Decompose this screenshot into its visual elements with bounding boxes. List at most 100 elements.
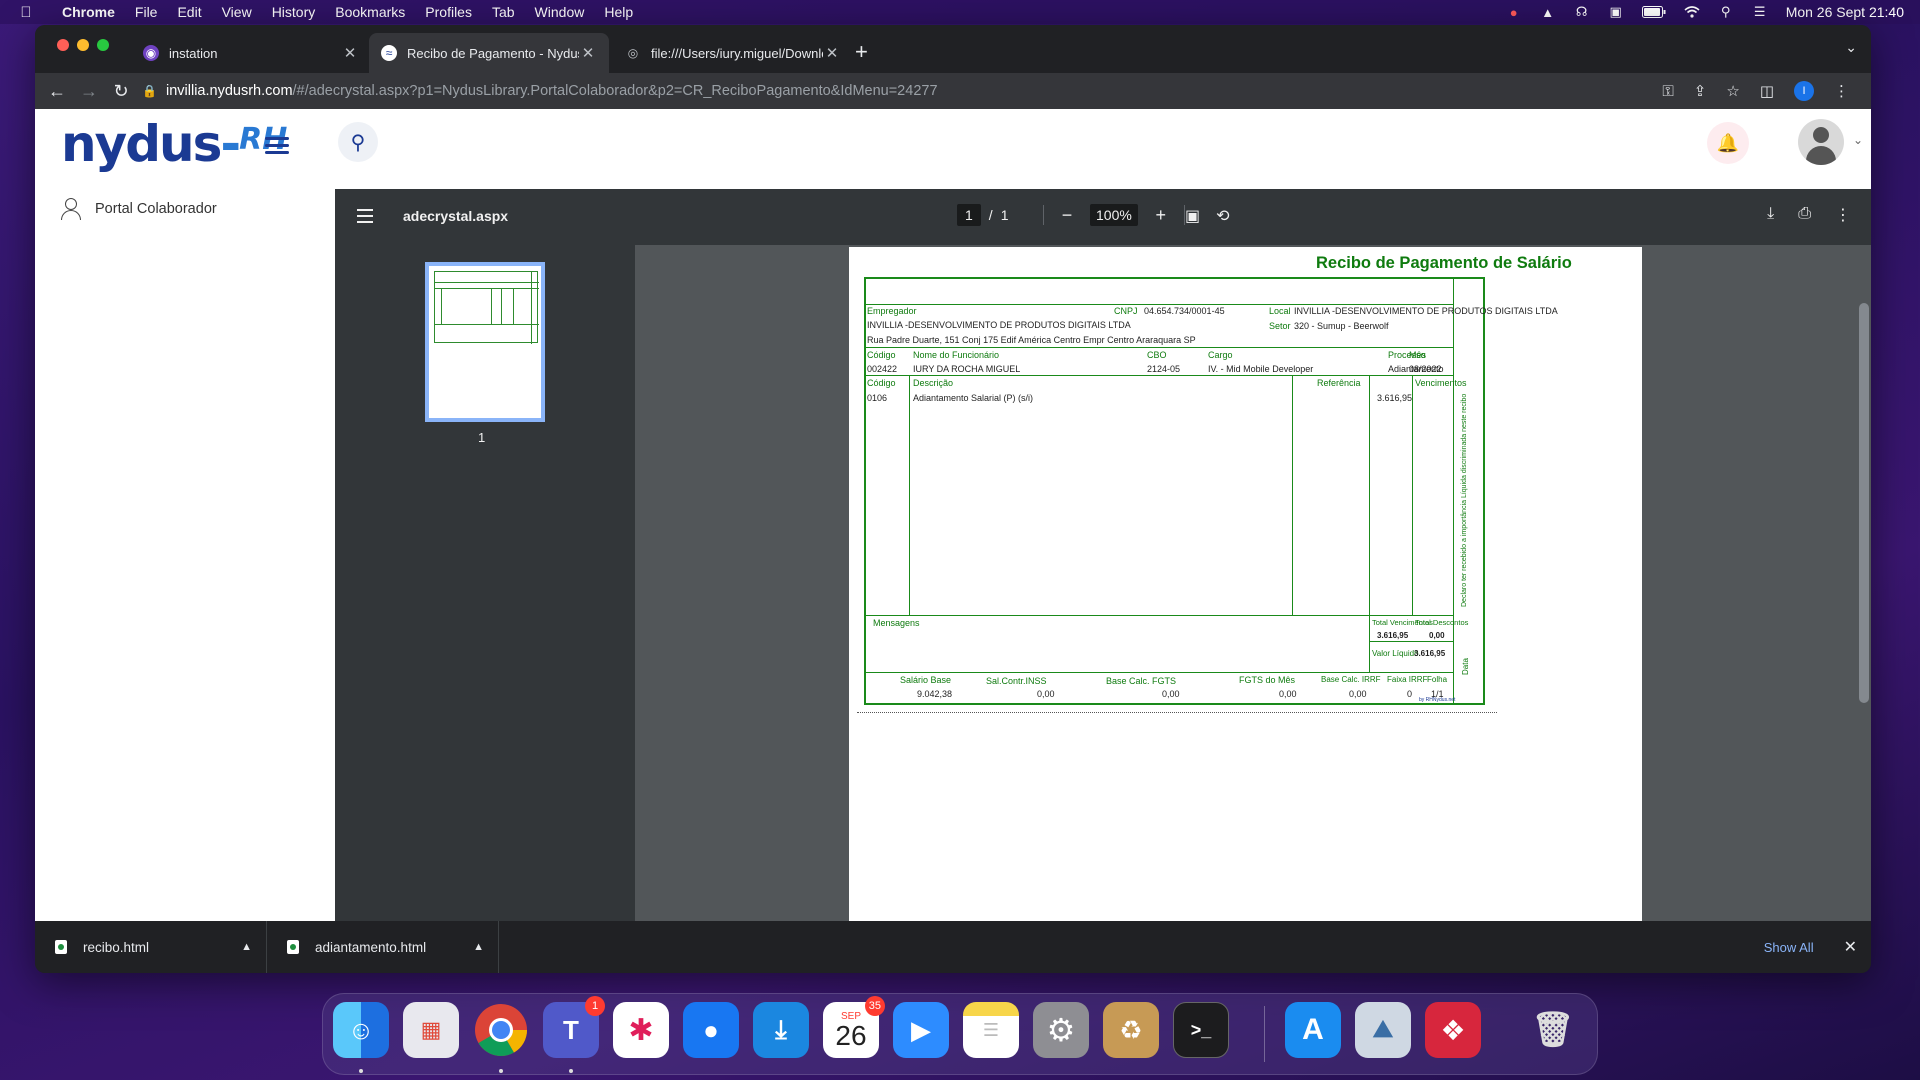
sidebar-item-portal-colaborador[interactable]: Portal Colaborador <box>61 197 217 221</box>
show-all-downloads-button[interactable]: Show All <box>1764 940 1814 955</box>
pdf-thumbnails: 1 <box>335 245 635 921</box>
download-icon[interactable]: ⤓ <box>1767 205 1774 225</box>
xcode-icon[interactable]: ⤓ <box>753 1002 809 1058</box>
menu-toggle-icon[interactable] <box>265 137 289 155</box>
menu-file[interactable]: File <box>125 4 168 20</box>
headphones-icon[interactable]: ☊ <box>1574 4 1590 19</box>
zoom-in-icon[interactable]: + <box>1152 205 1170 226</box>
cnpj-value: 04.654.734/0001-45 <box>1144 306 1225 316</box>
scrollbar[interactable] <box>1859 303 1869 703</box>
preview-icon[interactable]: ⛰ <box>1355 1002 1411 1058</box>
cut-line <box>857 712 1497 713</box>
maximize-window-button[interactable] <box>97 39 109 51</box>
system-settings-icon[interactable]: ⚙ <box>1033 1002 1089 1058</box>
header-codigo-item: Código <box>867 378 896 388</box>
fgts-value: 0,00 <box>1162 689 1180 699</box>
menu-edit[interactable]: Edit <box>167 4 211 20</box>
download-item-adiantamento[interactable]: adiantamento.html ▲ <box>267 921 499 973</box>
share-icon[interactable]: ⇪ <box>1694 82 1707 100</box>
archive-utility-icon[interactable]: ♻ <box>1103 1002 1159 1058</box>
new-tab-button[interactable]: + <box>855 39 868 65</box>
screen-icon[interactable]: ▣ <box>1608 4 1624 19</box>
bookmark-star-icon[interactable]: ☆ <box>1726 82 1739 100</box>
forward-button[interactable]: → <box>73 81 105 102</box>
codigo-value: 002422 <box>867 364 898 374</box>
tab-instation[interactable]: ◉ instation ✕ <box>131 33 371 73</box>
chevron-up-icon[interactable]: ▲ <box>473 941 484 953</box>
zoom-out-icon[interactable]: − <box>1058 205 1076 226</box>
vpn-icon[interactable]: ▲ <box>1540 5 1556 20</box>
more-options-icon[interactable]: ⋮ <box>1835 205 1851 225</box>
antivirus-icon[interactable]: ❖ <box>1425 1002 1481 1058</box>
header-cargo: Cargo <box>1208 350 1233 360</box>
download-item-recibo[interactable]: recibo.html ▲ <box>35 921 267 973</box>
nydus-rh-logo[interactable]: nydus-RH <box>61 115 287 173</box>
key-icon[interactable]: ⚿ <box>1662 83 1673 100</box>
notifications-button[interactable]: 🔔 <box>1707 122 1749 164</box>
menu-profiles[interactable]: Profiles <box>415 4 482 20</box>
print-icon[interactable]: ⎙ <box>1798 205 1811 225</box>
receipt-title: Recibo de Pagamento de Salário <box>1316 254 1572 272</box>
tab-file[interactable]: ◎ file:///Users/iury.miguel/Downlo ✕ <box>613 33 853 73</box>
menu-tab[interactable]: Tab <box>482 4 525 20</box>
tab-search-chevron-icon[interactable]: ⌄ <box>1845 39 1857 56</box>
profile-avatar[interactable]: I <box>1794 81 1814 101</box>
terminal-icon[interactable]: >_ <box>1173 1002 1229 1058</box>
menu-view[interactable]: View <box>212 4 262 20</box>
control-center-icon[interactable]: ☰ <box>1752 4 1768 19</box>
back-button[interactable]: ← <box>41 81 73 102</box>
battery-icon[interactable] <box>1641 5 1666 19</box>
url-host: invillia.nydusrh.com <box>166 83 293 99</box>
side-panel-icon[interactable]: ◫ <box>1760 82 1774 100</box>
wifi-icon[interactable] <box>1684 5 1700 19</box>
notes-icon[interactable]: ☰ <box>963 1002 1019 1058</box>
chrome-menu-icon[interactable]: ⋮ <box>1834 82 1849 100</box>
cargo-value: IV. - Mid Mobile Developer <box>1208 364 1314 374</box>
menu-history[interactable]: History <box>262 4 326 20</box>
user-avatar[interactable] <box>1798 119 1844 165</box>
valor-liquido-label: Valor Líquido <box>1372 649 1419 658</box>
menu-help[interactable]: Help <box>594 4 643 20</box>
tab-recibo[interactable]: ≈ Recibo de Pagamento - NydusR ✕ <box>369 33 609 73</box>
minimize-window-button[interactable] <box>77 39 89 51</box>
search-button[interactable]: ⚲ <box>338 122 378 162</box>
pdf-sidebar-toggle-icon[interactable] <box>357 209 373 227</box>
rotate-icon[interactable]: ⟲ <box>1216 206 1229 226</box>
maps-pin-icon[interactable]: ● <box>683 1002 739 1058</box>
lock-icon[interactable]: 🔒 <box>142 84 166 98</box>
globe-icon: ◎ <box>627 46 639 60</box>
page-thumbnail[interactable] <box>425 262 545 422</box>
zoom-level-input[interactable]: 100% <box>1090 204 1138 226</box>
status-app-icon[interactable]: ● <box>1506 5 1522 20</box>
downloads-bar: recibo.html ▲ adiantamento.html ▲ Show A… <box>35 921 1871 973</box>
spotlight-search-icon[interactable]: ⚲ <box>1718 4 1734 19</box>
address-bar[interactable]: 🔒 invillia.nydusrh.com/#/adecrystal.aspx… <box>142 73 1855 109</box>
pdf-page-input[interactable]: 1 <box>957 204 981 226</box>
fit-page-icon[interactable]: ▣ <box>1185 206 1200 226</box>
slack-icon[interactable]: ✱ <box>613 1002 669 1058</box>
chevron-down-icon[interactable]: ⌄ <box>1853 133 1863 147</box>
app-store-icon[interactable]: A <box>1285 1002 1341 1058</box>
tab-close-icon[interactable]: ✕ <box>823 44 841 62</box>
finder-icon[interactable]: ☺ <box>333 1002 389 1058</box>
menu-app-name[interactable]: Chrome <box>52 4 125 20</box>
close-window-button[interactable] <box>57 39 69 51</box>
tab-close-icon[interactable]: ✕ <box>579 44 597 62</box>
menu-clock[interactable]: Mon 26 Sept 21:40 <box>1786 4 1904 20</box>
apple-icon[interactable]:  <box>0 4 52 21</box>
calendar-icon[interactable]: SEP 26 35 <box>823 996 885 1058</box>
teams-badge: 1 <box>585 996 605 1016</box>
menu-bookmarks[interactable]: Bookmarks <box>325 4 415 20</box>
launchpad-icon[interactable]: ▦ <box>403 1002 459 1058</box>
teams-icon[interactable]: T1 <box>543 996 605 1058</box>
chevron-up-icon[interactable]: ▲ <box>241 941 252 953</box>
chrome-icon[interactable] <box>473 1002 529 1058</box>
label-setor: Setor <box>1269 321 1291 331</box>
download-filename: adiantamento.html <box>315 939 427 955</box>
menu-window[interactable]: Window <box>525 4 595 20</box>
close-icon[interactable]: ✕ <box>1844 937 1857 957</box>
tab-close-icon[interactable]: ✕ <box>341 44 359 62</box>
zoom-icon[interactable]: ▶ <box>893 1002 949 1058</box>
trash-icon[interactable]: 🗑 <box>1525 1002 1581 1058</box>
reload-button[interactable]: ↻ <box>105 81 137 102</box>
